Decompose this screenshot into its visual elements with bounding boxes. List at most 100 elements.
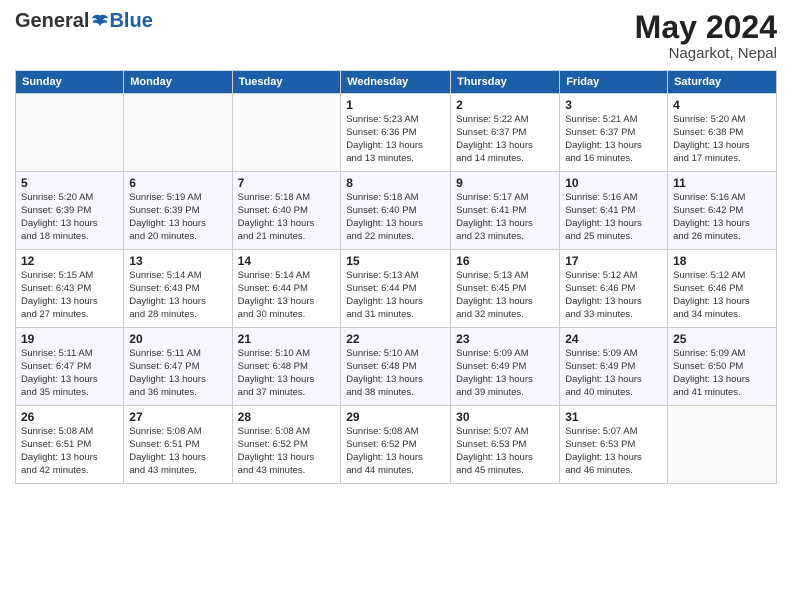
day-number: 10 — [565, 176, 662, 190]
day-detail: Sunrise: 5:08 AMSunset: 6:52 PMDaylight:… — [238, 426, 336, 477]
day-number: 19 — [21, 332, 118, 346]
day-number: 15 — [346, 254, 445, 268]
calendar-cell: 1Sunrise: 5:23 AMSunset: 6:36 PMDaylight… — [341, 94, 451, 172]
calendar-cell: 30 Sunrise: 5:07 AMSunset: 6:53 PMDayligh… — [451, 406, 560, 484]
day-detail: Sunrise: 5:18 AMSunset: 6:40 PMDaylight:… — [238, 192, 336, 243]
calendar-cell: 17Sunrise: 5:12 AMSunset: 6:46 PMDayligh… — [560, 250, 668, 328]
calendar-cell: 11Sunrise: 5:16 AMSunset: 6:42 PMDayligh… — [668, 172, 777, 250]
day-detail: Sunrise: 5:11 AMSunset: 6:47 PMDaylight:… — [129, 348, 226, 399]
calendar-cell: 18Sunrise: 5:12 AMSunset: 6:46 PMDayligh… — [668, 250, 777, 328]
calendar-cell: 19 Sunrise: 5:11 AMSunset: 6:47 PMDayligh… — [16, 328, 124, 406]
day-detail: Sunrise: 5:14 AMSunset: 6:44 PMDaylight:… — [238, 270, 336, 321]
day-number: 8 — [346, 176, 445, 190]
calendar-cell: 29 Sunrise: 5:08 AMSunset: 6:52 PMDayligh… — [341, 406, 451, 484]
location: Nagarkot, Nepal — [635, 45, 777, 62]
title-block: May 2024 Nagarkot, Nepal — [635, 10, 777, 62]
calendar-cell: 23 Sunrise: 5:09 AMSunset: 6:49 PMDayligh… — [451, 328, 560, 406]
calendar-table: SundayMondayTuesdayWednesdayThursdayFrid… — [15, 70, 777, 484]
day-number: 6 — [129, 176, 226, 190]
col-header-monday: Monday — [124, 71, 232, 94]
day-detail: Sunrise: 5:17 AMSunset: 6:41 PMDaylight:… — [456, 192, 554, 243]
day-detail: Sunrise: 5:07 AMSunset: 6:53 PMDaylight:… — [456, 426, 554, 477]
day-number: 13 — [129, 254, 226, 268]
calendar-cell: 3 Sunrise: 5:21 AMSunset: 6:37 PMDaylight… — [560, 94, 668, 172]
day-detail: Sunrise: 5:19 AMSunset: 6:39 PMDaylight:… — [129, 192, 226, 243]
calendar-week-row: 19 Sunrise: 5:11 AMSunset: 6:47 PMDayligh… — [16, 328, 777, 406]
calendar-cell: 5 Sunrise: 5:20 AMSunset: 6:39 PMDaylight… — [16, 172, 124, 250]
day-number: 22 — [346, 332, 445, 346]
day-detail: Sunrise: 5:20 AMSunset: 6:38 PMDaylight:… — [673, 114, 771, 165]
calendar-cell: 4 Sunrise: 5:20 AMSunset: 6:38 PMDaylight… — [668, 94, 777, 172]
calendar-cell: 25Sunrise: 5:09 AMSunset: 6:50 PMDayligh… — [668, 328, 777, 406]
day-number: 28 — [238, 410, 336, 424]
calendar-cell — [16, 94, 124, 172]
day-number: 2 — [456, 98, 554, 112]
calendar-cell: 15 Sunrise: 5:13 AMSunset: 6:44 PMDayligh… — [341, 250, 451, 328]
day-number: 9 — [456, 176, 554, 190]
day-number: 23 — [456, 332, 554, 346]
day-number: 24 — [565, 332, 662, 346]
calendar-cell: 20 Sunrise: 5:11 AMSunset: 6:47 PMDayligh… — [124, 328, 232, 406]
col-header-thursday: Thursday — [451, 71, 560, 94]
day-number: 31 — [565, 410, 662, 424]
day-number: 5 — [21, 176, 118, 190]
calendar-week-row: 12 Sunrise: 5:15 AMSunset: 6:43 PMDayligh… — [16, 250, 777, 328]
calendar-cell: 21Sunrise: 5:10 AMSunset: 6:48 PMDayligh… — [232, 328, 341, 406]
day-detail: Sunrise: 5:12 AMSunset: 6:46 PMDaylight:… — [673, 270, 771, 321]
header: General Blue May 2024 Nagarkot, Nepal — [15, 10, 777, 62]
day-number: 30 — [456, 410, 554, 424]
day-detail: Sunrise: 5:08 AMSunset: 6:51 PMDaylight:… — [21, 426, 118, 477]
calendar-cell: 14Sunrise: 5:14 AMSunset: 6:44 PMDayligh… — [232, 250, 341, 328]
day-detail: Sunrise: 5:13 AMSunset: 6:44 PMDaylight:… — [346, 270, 445, 321]
calendar-week-row: 26 Sunrise: 5:08 AMSunset: 6:51 PMDayligh… — [16, 406, 777, 484]
day-detail: Sunrise: 5:21 AMSunset: 6:37 PMDaylight:… — [565, 114, 662, 165]
day-detail: Sunrise: 5:20 AMSunset: 6:39 PMDaylight:… — [21, 192, 118, 243]
day-detail: Sunrise: 5:10 AMSunset: 6:48 PMDaylight:… — [346, 348, 445, 399]
day-detail: Sunrise: 5:14 AMSunset: 6:43 PMDaylight:… — [129, 270, 226, 321]
day-detail: Sunrise: 5:13 AMSunset: 6:45 PMDaylight:… — [456, 270, 554, 321]
col-header-friday: Friday — [560, 71, 668, 94]
calendar-cell: 6 Sunrise: 5:19 AMSunset: 6:39 PMDaylight… — [124, 172, 232, 250]
calendar-cell: 13 Sunrise: 5:14 AMSunset: 6:43 PMDayligh… — [124, 250, 232, 328]
calendar-cell: 24 Sunrise: 5:09 AMSunset: 6:49 PMDayligh… — [560, 328, 668, 406]
day-detail: Sunrise: 5:16 AMSunset: 6:42 PMDaylight:… — [673, 192, 771, 243]
day-number: 21 — [238, 332, 336, 346]
day-number: 17 — [565, 254, 662, 268]
calendar-cell: 2Sunrise: 5:22 AMSunset: 6:37 PMDaylight… — [451, 94, 560, 172]
day-detail: Sunrise: 5:09 AMSunset: 6:49 PMDaylight:… — [565, 348, 662, 399]
day-detail: Sunrise: 5:09 AMSunset: 6:49 PMDaylight:… — [456, 348, 554, 399]
col-header-wednesday: Wednesday — [341, 71, 451, 94]
page: General Blue May 2024 Nagarkot, Nepal Su… — [0, 0, 792, 612]
calendar-header-row: SundayMondayTuesdayWednesdayThursdayFrid… — [16, 71, 777, 94]
calendar-cell: 26 Sunrise: 5:08 AMSunset: 6:51 PMDayligh… — [16, 406, 124, 484]
day-number: 29 — [346, 410, 445, 424]
calendar-cell — [668, 406, 777, 484]
logo-blue: Blue — [109, 10, 152, 33]
calendar-cell: 8 Sunrise: 5:18 AMSunset: 6:40 PMDaylight… — [341, 172, 451, 250]
calendar-cell: 27Sunrise: 5:08 AMSunset: 6:51 PMDayligh… — [124, 406, 232, 484]
day-detail: Sunrise: 5:11 AMSunset: 6:47 PMDaylight:… — [21, 348, 118, 399]
day-number: 25 — [673, 332, 771, 346]
day-number: 27 — [129, 410, 226, 424]
calendar-cell — [232, 94, 341, 172]
calendar-cell: 22 Sunrise: 5:10 AMSunset: 6:48 PMDayligh… — [341, 328, 451, 406]
calendar-cell: 10Sunrise: 5:16 AMSunset: 6:41 PMDayligh… — [560, 172, 668, 250]
day-detail: Sunrise: 5:18 AMSunset: 6:40 PMDaylight:… — [346, 192, 445, 243]
logo-general: General — [15, 10, 89, 33]
calendar-cell: 28 Sunrise: 5:08 AMSunset: 6:52 PMDayligh… — [232, 406, 341, 484]
calendar-cell: 31Sunrise: 5:07 AMSunset: 6:53 PMDayligh… — [560, 406, 668, 484]
day-number: 7 — [238, 176, 336, 190]
calendar-week-row: 1Sunrise: 5:23 AMSunset: 6:36 PMDaylight… — [16, 94, 777, 172]
day-number: 3 — [565, 98, 662, 112]
day-number: 4 — [673, 98, 771, 112]
calendar-cell: 9 Sunrise: 5:17 AMSunset: 6:41 PMDaylight… — [451, 172, 560, 250]
day-number: 12 — [21, 254, 118, 268]
day-number: 26 — [21, 410, 118, 424]
day-detail: Sunrise: 5:08 AMSunset: 6:52 PMDaylight:… — [346, 426, 445, 477]
day-number: 20 — [129, 332, 226, 346]
month-year: May 2024 — [635, 10, 777, 45]
day-detail: Sunrise: 5:15 AMSunset: 6:43 PMDaylight:… — [21, 270, 118, 321]
calendar-week-row: 5 Sunrise: 5:20 AMSunset: 6:39 PMDaylight… — [16, 172, 777, 250]
col-header-sunday: Sunday — [16, 71, 124, 94]
calendar-cell: 16Sunrise: 5:13 AMSunset: 6:45 PMDayligh… — [451, 250, 560, 328]
